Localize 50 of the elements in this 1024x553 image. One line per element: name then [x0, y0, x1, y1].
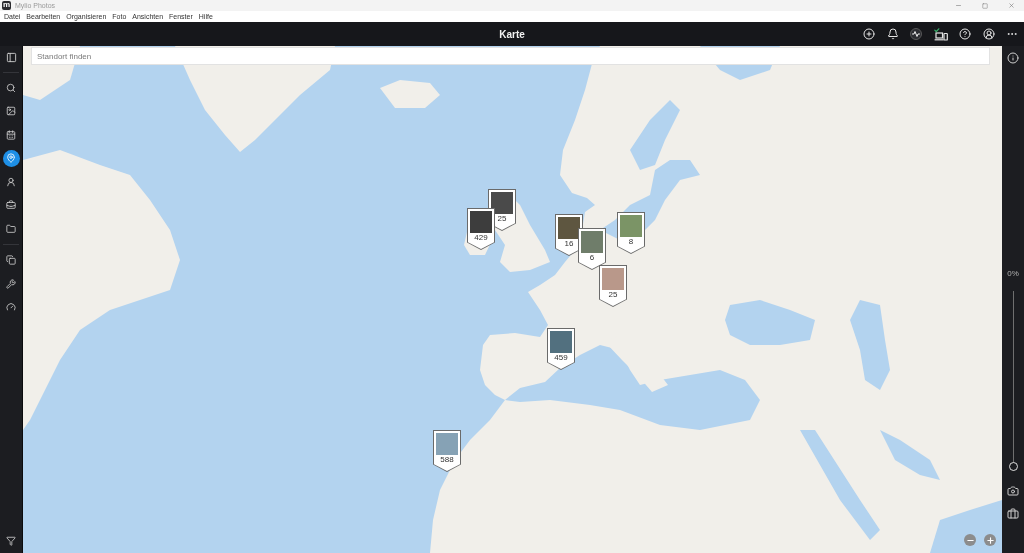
photo-placeholder [620, 215, 642, 237]
photo-count: 8 [628, 237, 634, 246]
photo-pin[interactable]: 429 [467, 208, 495, 250]
activity-icon[interactable] [910, 28, 922, 40]
view-title: Karte [499, 28, 525, 40]
camera-icon[interactable] [1007, 485, 1019, 497]
photo-count: 588 [440, 455, 454, 464]
calendar-icon [6, 129, 16, 140]
photo-placeholder [491, 192, 513, 214]
sidebar-toggle-icon[interactable] [5, 52, 17, 63]
wrench-icon [6, 278, 16, 289]
photo-placeholder [436, 433, 458, 455]
briefcase-icon[interactable] [1007, 508, 1019, 520]
photo-count: 6 [589, 253, 595, 262]
nav-button[interactable] [2, 149, 20, 167]
briefcase-icon [6, 200, 16, 211]
photo-placeholder [558, 217, 580, 239]
photo-placeholder [581, 231, 603, 253]
user-icon[interactable] [982, 28, 995, 40]
photo-pin[interactable]: 6 [578, 228, 606, 270]
add-icon[interactable] [863, 28, 875, 40]
photo-count: 459 [554, 353, 568, 362]
photo-pin[interactable]: 8 [617, 212, 645, 254]
photo-pin[interactable]: 25 [599, 265, 627, 307]
app-logo: m [2, 1, 11, 10]
photo-placeholder [470, 211, 492, 233]
slider-thumb[interactable] [1008, 462, 1018, 471]
map-pin-icon [6, 153, 16, 164]
image-icon [6, 106, 16, 117]
gauge-icon [6, 302, 16, 313]
photo-placeholder [602, 268, 624, 290]
devices-icon[interactable] [933, 27, 948, 41]
slider-reading: 0% [1007, 268, 1019, 280]
search-field[interactable]: Standort finden [31, 47, 990, 65]
person-icon [6, 176, 16, 187]
bell-icon[interactable] [886, 28, 899, 40]
plus-icon [985, 535, 995, 545]
info-icon[interactable] [1007, 52, 1019, 64]
photo-pin[interactable]: 588 [433, 430, 461, 472]
photo-count: 16 [564, 239, 574, 248]
folder-icon [6, 223, 16, 234]
copy-icon [6, 255, 16, 266]
search-icon [6, 82, 16, 93]
photo-count: 25 [497, 214, 507, 223]
help-icon[interactable] [959, 28, 971, 40]
photo-count: 25 [608, 290, 618, 299]
photo-count: 429 [474, 233, 488, 242]
photo-pin[interactable]: 459 [547, 328, 575, 370]
photo-placeholder [550, 331, 572, 353]
filter-icon[interactable] [6, 536, 16, 546]
